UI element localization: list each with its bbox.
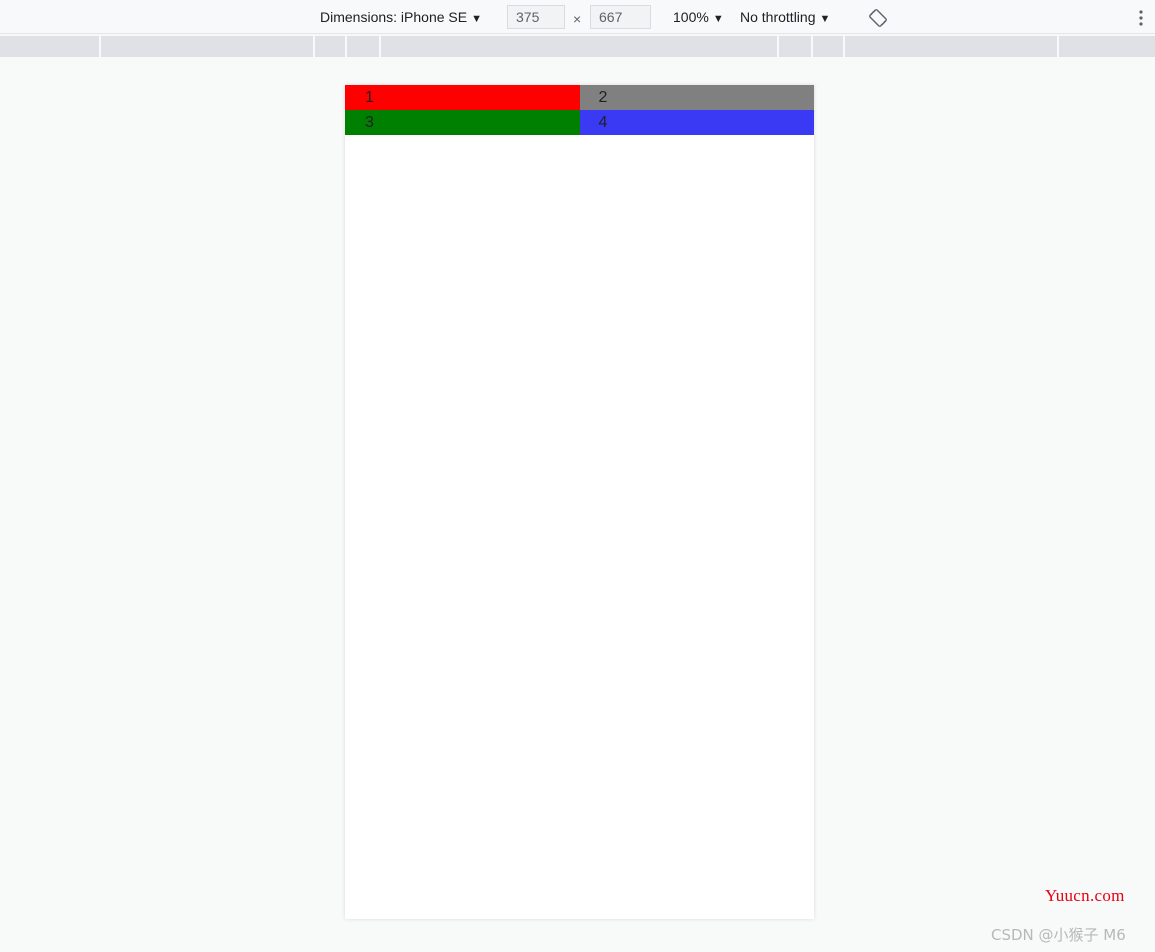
zoom-dropdown[interactable]: 100% ▼ xyxy=(673,0,724,34)
grid-cell-4: 4 xyxy=(579,110,814,135)
grid-cell-2: 2 xyxy=(579,85,814,110)
rotate-icon[interactable] xyxy=(868,8,888,28)
zoom-label: 100% xyxy=(673,9,709,25)
media-query-divider xyxy=(811,36,813,57)
media-query-divider xyxy=(313,36,315,57)
more-vert-icon[interactable] xyxy=(1134,9,1148,27)
width-input[interactable] xyxy=(507,5,565,29)
chevron-down-icon: ▼ xyxy=(819,13,831,25)
times-separator: × xyxy=(573,11,582,27)
media-query-divider xyxy=(99,36,101,57)
dimensions-dropdown[interactable]: Dimensions: iPhone SE ▼ xyxy=(320,0,482,34)
dimensions-label: Dimensions: iPhone SE xyxy=(320,9,468,25)
media-query-divider xyxy=(379,36,381,57)
device-viewport: 1 2 3 4 xyxy=(345,85,814,919)
media-query-divider xyxy=(1057,36,1059,57)
grid-container: 1 2 3 4 xyxy=(345,85,814,135)
yuucn-watermark: Yuucn.com xyxy=(1045,886,1125,905)
media-query-divider xyxy=(777,36,779,57)
chevron-down-icon: ▼ xyxy=(471,13,482,25)
grid-cell-1: 1 xyxy=(345,85,580,110)
media-query-bar[interactable] xyxy=(0,36,1155,57)
csdn-watermark: CSDN @小猴子 M6 xyxy=(991,926,1126,944)
media-query-divider xyxy=(843,36,845,57)
height-input[interactable] xyxy=(590,5,651,29)
media-query-divider xyxy=(345,36,347,57)
chevron-down-icon: ▼ xyxy=(712,13,724,25)
throttling-label: No throttling xyxy=(740,9,816,25)
throttling-dropdown[interactable]: No throttling ▼ xyxy=(740,0,830,34)
grid-cell-3: 3 xyxy=(345,110,580,135)
device-toolbar: Dimensions: iPhone SE▼ × 100%▼ No thrott… xyxy=(0,0,1155,34)
